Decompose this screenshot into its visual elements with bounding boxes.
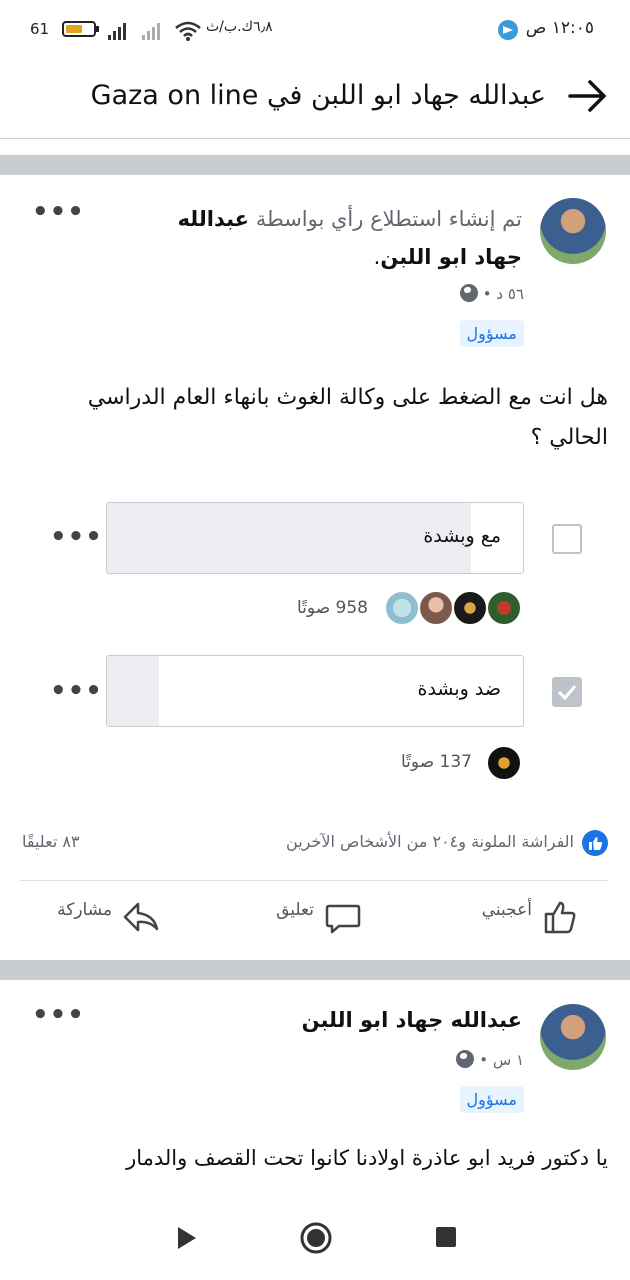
comments-count[interactable]: ٨٣ تعليقًا [22, 832, 80, 851]
post-text: يا دكتور فريد ابو عاذرة اولادنا كانوا تح… [126, 1146, 608, 1170]
more-options-button[interactable]: ••• [32, 1000, 85, 1030]
wifi-icon [175, 21, 201, 41]
network-speed: ٦٫٨ك.ب/ث [206, 19, 273, 35]
author-name[interactable]: عبدالله [178, 207, 249, 231]
page-title: عبدالله جهاد ابو اللبن في Gaza on line [90, 80, 546, 111]
like-label: أعجبني [481, 900, 532, 920]
status-bar: 61 ٦٫٨ك.ب/ث ١٢:٠٥ ص [0, 0, 630, 60]
battery-icon [62, 21, 99, 37]
system-nav-bar [0, 1196, 630, 1280]
author-name-cont[interactable]: جهاد ابو اللبن [380, 245, 522, 269]
poll-option-1-more-button[interactable]: ••• [50, 522, 103, 552]
voter-avatar [486, 590, 522, 626]
feed-separator [0, 960, 630, 980]
telegram-icon [498, 20, 518, 40]
poll-option-checkbox-1[interactable] [552, 524, 582, 554]
recents-nav-icon[interactable] [436, 1227, 456, 1247]
home-nav-icon[interactable] [299, 1221, 333, 1255]
share-label: مشاركة [57, 900, 112, 920]
back-arrow-icon[interactable] [566, 74, 610, 118]
voter-avatar [452, 590, 488, 626]
avatar[interactable] [540, 1004, 606, 1070]
meta-dot: • [482, 285, 492, 303]
back-nav-icon[interactable] [176, 1226, 198, 1250]
divider [20, 880, 608, 881]
voter-avatar[interactable] [486, 745, 522, 781]
comment-icon [325, 904, 361, 934]
voter-avatar [384, 590, 420, 626]
globe-icon [456, 1050, 475, 1068]
poll-option-1[interactable]: مع وبشدة [106, 502, 524, 574]
more-options-button[interactable]: ••• [32, 197, 85, 227]
poll-option-checkbox-2[interactable] [552, 677, 582, 707]
share-icon [123, 902, 159, 932]
poll-question: هل انت مع الضغط على وكالة الغوث بانهاء ا… [87, 385, 608, 450]
author-name[interactable]: عبدالله جهاد ابو اللبن [302, 1008, 522, 1032]
headline-prefix: تم إنشاء استطلاع رأي بواسطة [255, 207, 522, 231]
post-time[interactable]: ٥٦ د [496, 285, 524, 303]
checkmark-icon [557, 685, 577, 701]
signal-icon [108, 22, 134, 40]
voter-avatar [418, 590, 454, 626]
poll-option-1-bar [107, 503, 471, 573]
poll-option-1-label: مع وبشدة [423, 525, 501, 547]
globe-icon [460, 284, 478, 302]
poll-option-2-label: ضد وبشدة [417, 678, 502, 700]
clock: ١٢:٠٥ ص [525, 18, 594, 38]
reactions-text: الفراشة الملونة و٢٠٤ من الأشخاص الآخرين [286, 832, 574, 851]
post-headline: تم إنشاء استطلاع رأي بواسطة عبدالله جهاد… [142, 200, 522, 276]
battery-percent: 61 [30, 20, 50, 38]
feed-separator [0, 155, 630, 175]
page-header: عبدالله جهاد ابو اللبن في Gaza on line [0, 60, 630, 139]
post-meta: ٥٦ د • [460, 284, 524, 303]
poll-option-1-votes[interactable]: 958 صوتًا [297, 598, 368, 618]
meta-dot: • [479, 1051, 489, 1069]
post-meta: ١ س • [456, 1050, 524, 1069]
poll-option-2-votes[interactable]: 137 صوتًا [401, 752, 472, 772]
poll-option-2[interactable]: ضد وبشدة [106, 655, 524, 727]
poll-option-2-more-button[interactable]: ••• [50, 676, 103, 706]
poll-option-2-bar [107, 656, 159, 726]
like-reaction-icon [582, 830, 608, 856]
reactions-summary[interactable]: الفراشة الملونة و٢٠٤ من الأشخاص الآخرين [228, 830, 608, 856]
comment-label: تعليق [276, 900, 314, 920]
admin-badge: مسؤول [459, 320, 524, 347]
signal-icon-2 [142, 22, 168, 40]
admin-badge: مسؤول [459, 1086, 524, 1113]
thumbs-up-icon [544, 901, 576, 934]
avatar[interactable] [540, 198, 606, 264]
post-time[interactable]: ١ س [493, 1051, 524, 1069]
